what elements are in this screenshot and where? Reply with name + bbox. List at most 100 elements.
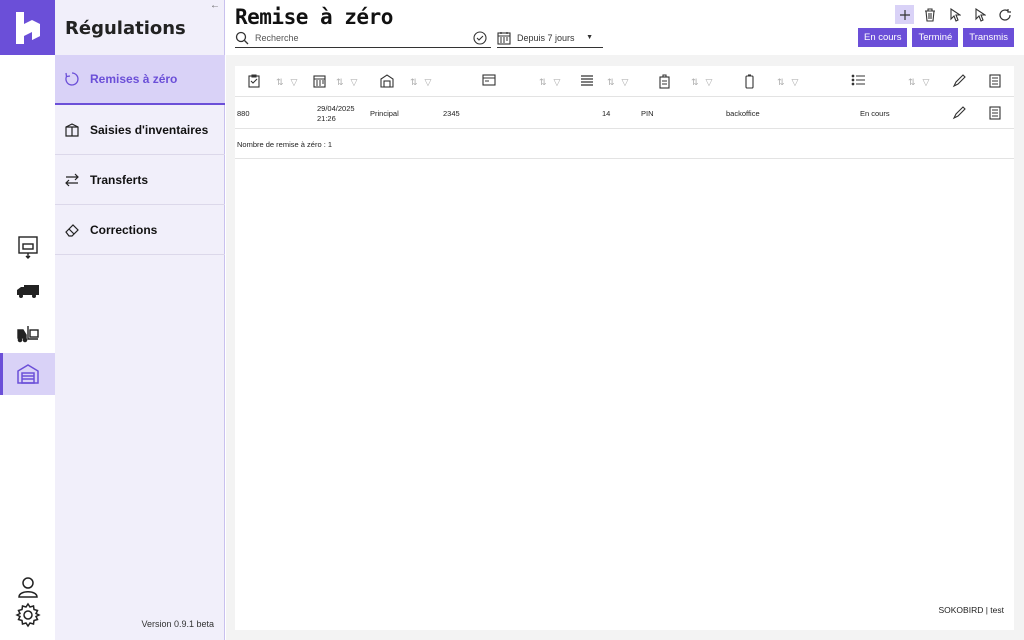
truck-icon <box>16 285 39 298</box>
sidebar-item-label: Corrections <box>90 222 158 237</box>
status-transmis-button[interactable]: Transmis <box>963 28 1014 47</box>
column-sort-filter[interactable]: ⇅ ▽ <box>691 77 712 88</box>
status-termine-button[interactable]: Terminé <box>912 28 959 47</box>
warehouse-icon <box>16 364 39 384</box>
app-rail <box>0 0 55 640</box>
inventory-box-icon <box>65 122 79 137</box>
rail-item-handling[interactable] <box>0 312 55 354</box>
cell-badge: PIN <box>641 109 654 118</box>
toolbar <box>895 5 1014 24</box>
filter-icon[interactable]: ▽ <box>622 77 629 88</box>
cell-id: 880 <box>237 109 250 118</box>
column-sort-filter[interactable]: ⇅ ▽ <box>410 77 431 88</box>
forklift-icon <box>16 326 39 343</box>
sidebar-item-label: Saisies d'inventaires <box>90 122 209 137</box>
date-filter-value: Depuis 7 jours <box>517 32 575 43</box>
status-en-cours-button[interactable]: En cours <box>857 28 908 47</box>
filter-icon[interactable]: ▽ <box>425 77 432 88</box>
sort-icon[interactable]: ⇅ <box>691 77 699 88</box>
filter-icon[interactable]: ▽ <box>923 77 930 88</box>
bullet-list-icon[interactable] <box>851 74 866 86</box>
cell-date: 29/04/2025 21:26 <box>317 104 355 124</box>
column-sort-filter[interactable]: ⇅ ▽ <box>276 77 297 88</box>
sidebar-title: Régulations <box>65 18 186 39</box>
app-logo[interactable] <box>0 0 55 55</box>
calendar-icon <box>497 31 511 45</box>
refresh-button[interactable] <box>995 5 1014 24</box>
sort-icon[interactable]: ⇅ <box>607 77 615 88</box>
sort-icon[interactable]: ⇅ <box>276 77 284 88</box>
delete-button[interactable] <box>920 5 939 24</box>
sidebar-item-label: Transferts <box>90 172 149 187</box>
cell-date-day: 29/04/2025 <box>317 104 355 113</box>
filter-icon[interactable]: ▽ <box>291 77 298 88</box>
rail-item-settings[interactable] <box>0 594 55 636</box>
edit-pen-icon[interactable] <box>952 106 966 120</box>
column-sort-filter[interactable]: ⇅ ▽ <box>336 77 357 88</box>
check-circle-icon[interactable] <box>473 30 487 45</box>
collapse-arrow-icon[interactable]: ← <box>210 0 220 11</box>
rail-item-warehouse[interactable] <box>0 353 55 395</box>
cell-status: En cours <box>860 109 890 118</box>
sidebar-item-corrections[interactable]: Corrections <box>55 205 225 255</box>
sidebar-item-transferts[interactable]: Transferts <box>55 155 225 205</box>
select-outline-button[interactable] <box>970 5 989 24</box>
table-panel: ⇅ ▽ ⇅ ▽ ⇅ ▽ ⇅ ▽ ⇅ ▽ ⇅ ▽ ⇅ ▽ ⇅ ▽ 880 29/04/2025 2… <box>235 66 1014 630</box>
transfer-icon <box>65 173 79 186</box>
row-document-icon[interactable] <box>989 106 1001 120</box>
select-button[interactable] <box>945 5 964 24</box>
calendar-icon[interactable] <box>313 74 326 88</box>
sidebar-nav: Remises à zéro Saisies d'inventaires Tra… <box>55 55 225 255</box>
plus-icon <box>899 9 910 20</box>
date-filter-select[interactable]: Depuis 7 jours ▼ <box>497 28 603 48</box>
sidebar-item-remises[interactable]: Remises à zéro <box>55 55 225 105</box>
table-row[interactable]: 880 29/04/2025 21:26 Principal 2345 14 P… <box>235 98 1014 129</box>
rail-item-shipping[interactable] <box>0 270 55 312</box>
page-title: Remise à zéro <box>235 5 393 29</box>
column-sort-filter[interactable]: ⇅ ▽ <box>539 77 560 88</box>
sidebar-item-saisies[interactable]: Saisies d'inventaires <box>55 105 225 155</box>
phone-icon[interactable] <box>745 74 754 89</box>
sidebar-item-label: Remises à zéro <box>90 72 178 86</box>
filter-icon[interactable]: ▽ <box>792 77 799 88</box>
checklist-icon[interactable] <box>248 74 260 88</box>
card-icon[interactable] <box>482 74 496 86</box>
cursor-icon <box>949 7 961 22</box>
table-summary: Nombre de remise à zéro : 1 <box>235 130 1014 159</box>
sort-icon[interactable]: ⇅ <box>777 77 785 88</box>
sort-icon[interactable]: ⇅ <box>410 77 418 88</box>
add-button[interactable] <box>895 5 914 24</box>
cursor-outline-icon <box>974 7 986 22</box>
cell-count: 14 <box>602 109 611 118</box>
gear-icon <box>14 602 41 628</box>
column-sort-filter[interactable]: ⇅ ▽ <box>777 77 798 88</box>
rail-item-reception[interactable] <box>0 226 55 268</box>
search-input[interactable] <box>255 32 455 43</box>
search-bar <box>235 28 491 48</box>
document-icon[interactable] <box>989 74 1001 88</box>
list-icon[interactable] <box>580 74 594 86</box>
chevron-down-icon: ▼ <box>586 34 593 41</box>
footer-user: SOKOBIRD | test <box>938 605 1004 615</box>
column-sort-filter[interactable]: ⇅ ▽ <box>908 77 929 88</box>
pen-icon[interactable] <box>952 74 966 88</box>
cell-date-time: 21:26 <box>317 114 336 123</box>
search-icon <box>235 31 249 44</box>
filter-icon[interactable]: ▽ <box>706 77 713 88</box>
sort-icon[interactable]: ⇅ <box>908 77 916 88</box>
badge-icon[interactable] <box>659 74 670 89</box>
refresh-icon <box>998 8 1011 21</box>
sort-icon[interactable]: ⇅ <box>539 77 547 88</box>
filter-icon[interactable]: ▽ <box>554 77 561 88</box>
box-icon <box>17 236 38 259</box>
version-label: Version 0.9.1 beta <box>141 619 214 629</box>
warehouse-icon[interactable] <box>380 74 394 88</box>
filter-icon[interactable]: ▽ <box>351 77 358 88</box>
trash-icon <box>924 7 935 22</box>
table-header: ⇅ ▽ ⇅ ▽ ⇅ ▽ ⇅ ▽ ⇅ ▽ ⇅ ▽ ⇅ ▽ ⇅ ▽ <box>235 66 1014 97</box>
cell-source: backoffice <box>726 109 760 118</box>
logo-icon <box>15 11 40 44</box>
column-sort-filter[interactable]: ⇅ ▽ <box>607 77 628 88</box>
sort-icon[interactable]: ⇅ <box>336 77 344 88</box>
reset-icon <box>65 72 79 86</box>
